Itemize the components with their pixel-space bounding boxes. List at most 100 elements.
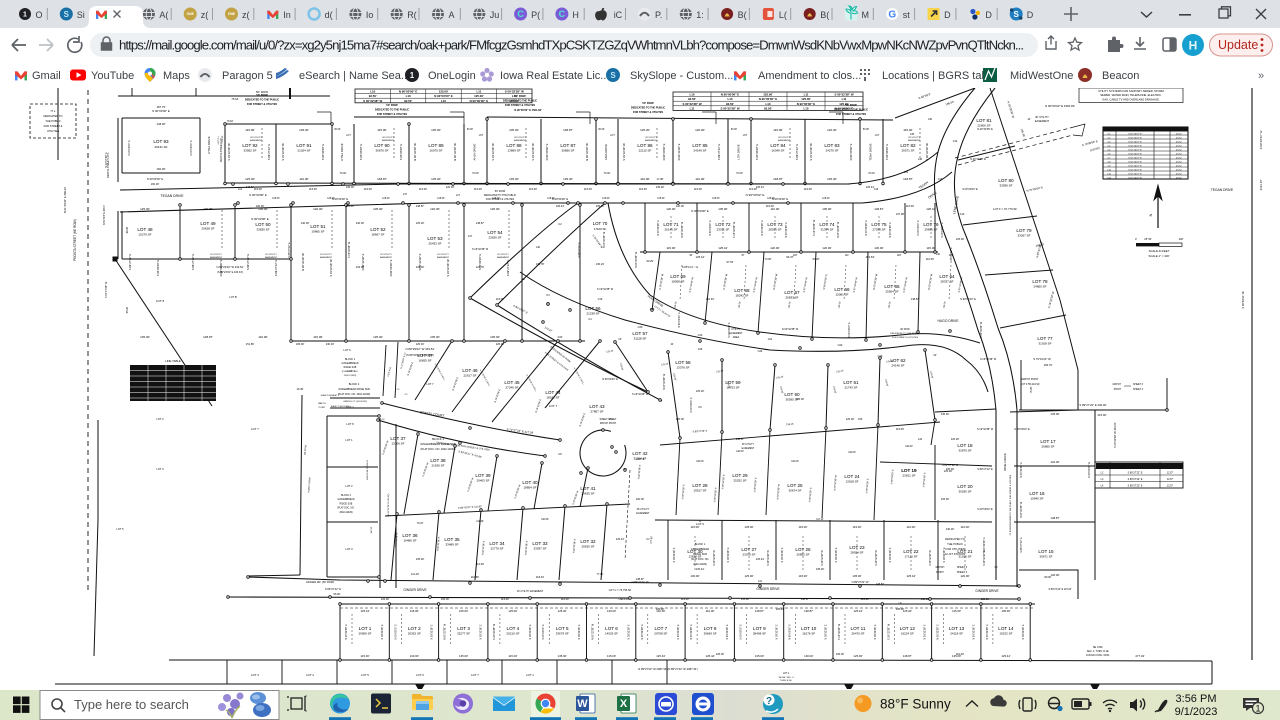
svg-text:LOT 35: LOT 35 [444, 537, 460, 542]
svg-text:S 00°00'00" E: S 00°00'00" E [542, 624, 545, 640]
svg-text:148.87': 148.87' [876, 582, 885, 586]
svg-text:AREA: AREA [733, 336, 740, 339]
svg-text:LOT: LOT [346, 135, 351, 137]
svg-text:148.87': 148.87' [874, 207, 884, 211]
svg-text:S 00°32'38" W: S 00°32'38" W [713, 550, 716, 566]
svg-text:N 00°32'38" E: N 00°32'38" E [983, 537, 986, 553]
svg-text:N 90°00'00" E: N 90°00'00" E [545, 143, 549, 160]
svg-text:92.50': 92.50' [369, 94, 377, 98]
svg-text:S 89°27'22" E 115.00': S 89°27'22" E 115.00' [1048, 588, 1072, 591]
svg-text:G: G [888, 10, 896, 21]
svg-text:LOT 12: LOT 12 [900, 626, 916, 631]
svg-text:L31: L31 [758, 580, 763, 583]
svg-text:LOT 67: LOT 67 [784, 290, 800, 295]
svg-text:MATCH: MATCH [1113, 383, 1122, 386]
svg-text:LOT 1: LOT 1 [345, 438, 353, 442]
svg-text:EASEMENT: EASEMENT [1035, 119, 1050, 123]
svg-text:GINGERBREAD: GINGERBREAD [338, 498, 355, 501]
svg-text:SE COR.: SE COR. [1093, 646, 1104, 649]
svg-text:50' ROW: 50' ROW [256, 93, 268, 97]
svg-text:LOT 40: LOT 40 [522, 480, 538, 485]
svg-text:N 89°27'22" W 2087.34' (N 89°: N 89°27'22" W 2087.34' (N 89°27'22" W 20… [638, 667, 698, 671]
svg-text:N 00°32'38" E: N 00°32'38" E [673, 547, 676, 562]
svg-text:IT L: IT L [51, 109, 56, 113]
svg-text:N 90°00'00" E: N 90°00'00" E [470, 99, 489, 103]
svg-text:FOR STREET &: FOR STREET & [44, 124, 63, 128]
svg-text:SCALE 1" = 100': SCALE 1" = 100' [1149, 254, 1170, 258]
svg-text:N 89°27'22" W: N 89°27'22" W [852, 580, 869, 584]
svg-text:N 90°00'00" E: N 90°00'00" E [332, 197, 348, 201]
svg-text:120.00': 120.00' [313, 207, 323, 211]
svg-text:iC: iC [614, 10, 623, 20]
svg-text:LOT 85: LOT 85 [692, 143, 708, 148]
svg-text:S 19°32'38" W: S 19°32'38" W [809, 143, 813, 161]
svg-text:125.44': 125.44' [656, 654, 666, 658]
svg-text:LOT: LOT [479, 135, 484, 137]
svg-text:125.00': 125.00' [508, 609, 518, 613]
svg-text:105.00': 105.00' [430, 335, 440, 339]
svg-text:125.44': 125.44' [556, 204, 565, 208]
svg-text:135.00': 135.00' [299, 128, 309, 132]
svg-text:33952 SF: 33952 SF [243, 149, 256, 153]
svg-text:S 00°00'00" E: S 00°00'00" E [190, 140, 193, 156]
svg-text:N 00°32'38" E: N 00°32'38" E [865, 220, 868, 236]
svg-text:N 00°32'38" E: N 00°32'38" E [677, 624, 680, 639]
svg-text:L10: L10 [406, 94, 411, 98]
svg-text:LOT 65: LOT 65 [884, 284, 900, 289]
svg-text:L37: L37 [403, 193, 408, 196]
svg-text:FOR STREET & UTILITES: FOR STREET & UTILITES [377, 113, 407, 116]
svg-text:134.15': 134.15' [786, 423, 795, 427]
svg-text:16176 SF: 16176 SF [802, 632, 815, 636]
svg-text:?: ? [766, 696, 772, 707]
svg-text:110.00': 110.00' [696, 460, 704, 463]
svg-text:50' ROW: 50' ROW [495, 189, 506, 193]
svg-text:120.00': 120.00' [827, 128, 837, 132]
svg-text:70.00': 70.00' [340, 172, 347, 175]
svg-text:33679 SF: 33679 SF [556, 632, 569, 636]
svg-text:N 90°00'00" E: N 90°00'00" E [251, 217, 269, 221]
svg-text:137.08': 137.08' [896, 212, 905, 216]
svg-text:MATCH POINT: MATCH POINT [600, 422, 617, 425]
svg-text:EASEMENT: EASEMENT [437, 256, 450, 259]
svg-text:SkySlope - Custom...: SkySlope - Custom... [630, 70, 733, 82]
svg-text:S 89°27'22" E: S 89°27'22" E [325, 587, 341, 591]
svg-text:C19: C19 [598, 298, 603, 301]
svg-text:C30: C30 [858, 418, 863, 421]
svg-text:N 00°32'38" E: N 00°32'38" E [775, 624, 778, 639]
svg-text:S: S [1014, 10, 1020, 19]
svg-text:LOT 66: LOT 66 [834, 287, 850, 292]
svg-text:LOT B: LOT B [229, 295, 237, 299]
svg-text:P(: P( [531, 10, 540, 20]
svg-text:110.00': 110.00' [299, 177, 309, 181]
svg-text:L11: L11 [804, 93, 809, 97]
svg-text:N 90°00'00" E: N 90°00'00" E [746, 193, 765, 197]
svg-text:FOR UTILITIES: FOR UTILITIES [946, 547, 965, 551]
svg-text:160.00': 160.00' [156, 167, 166, 171]
svg-text:135.00': 135.00' [718, 207, 728, 211]
svg-text:105.00': 105.00' [896, 607, 905, 611]
svg-text:LOT 3: LOT 3 [156, 467, 164, 471]
svg-text:105.00': 105.00' [796, 397, 805, 401]
svg-text:88°F Sunny: 88°F Sunny [880, 697, 951, 712]
svg-text:https://mail.google.com/mail/u: https://mail.google.com/mail/u/0/?zx=xg2… [119, 38, 1024, 53]
svg-text:C22: C22 [838, 343, 843, 347]
svg-text:L10: L10 [766, 102, 771, 106]
svg-text:10': 10' [618, 337, 622, 341]
svg-text:N 90°00'00" E: N 90°00'00" E [399, 90, 418, 94]
svg-text:13018 SF: 13018 SF [845, 480, 858, 484]
svg-text:125.00': 125.00' [558, 609, 568, 613]
svg-text:115.00': 115.00' [245, 128, 255, 132]
svg-text:115.00': 115.00' [584, 187, 593, 191]
svg-text:N 00°32'38" E: N 00°32'38" E [970, 158, 986, 161]
svg-text:20' UTILITY: 20' UTILITY [382, 137, 394, 139]
svg-text:115.00': 115.00' [496, 297, 505, 301]
svg-text:S 00°00'00" E: S 00°00'00" E [941, 222, 944, 238]
svg-text:130.00': 130.00' [804, 654, 814, 658]
svg-text:N 00°32'38" E: N 00°32'38" E [657, 220, 660, 236]
svg-text:TENA DRIVE: TENA DRIVE [869, 143, 873, 160]
svg-text:135.00': 135.00' [1050, 412, 1060, 416]
svg-text:75.35': 75.35' [1029, 386, 1033, 393]
svg-text:21743 SF: 21743 SF [844, 386, 857, 390]
svg-text:22115 SF: 22115 SF [639, 149, 652, 153]
svg-text:125.44': 125.44' [776, 607, 785, 611]
